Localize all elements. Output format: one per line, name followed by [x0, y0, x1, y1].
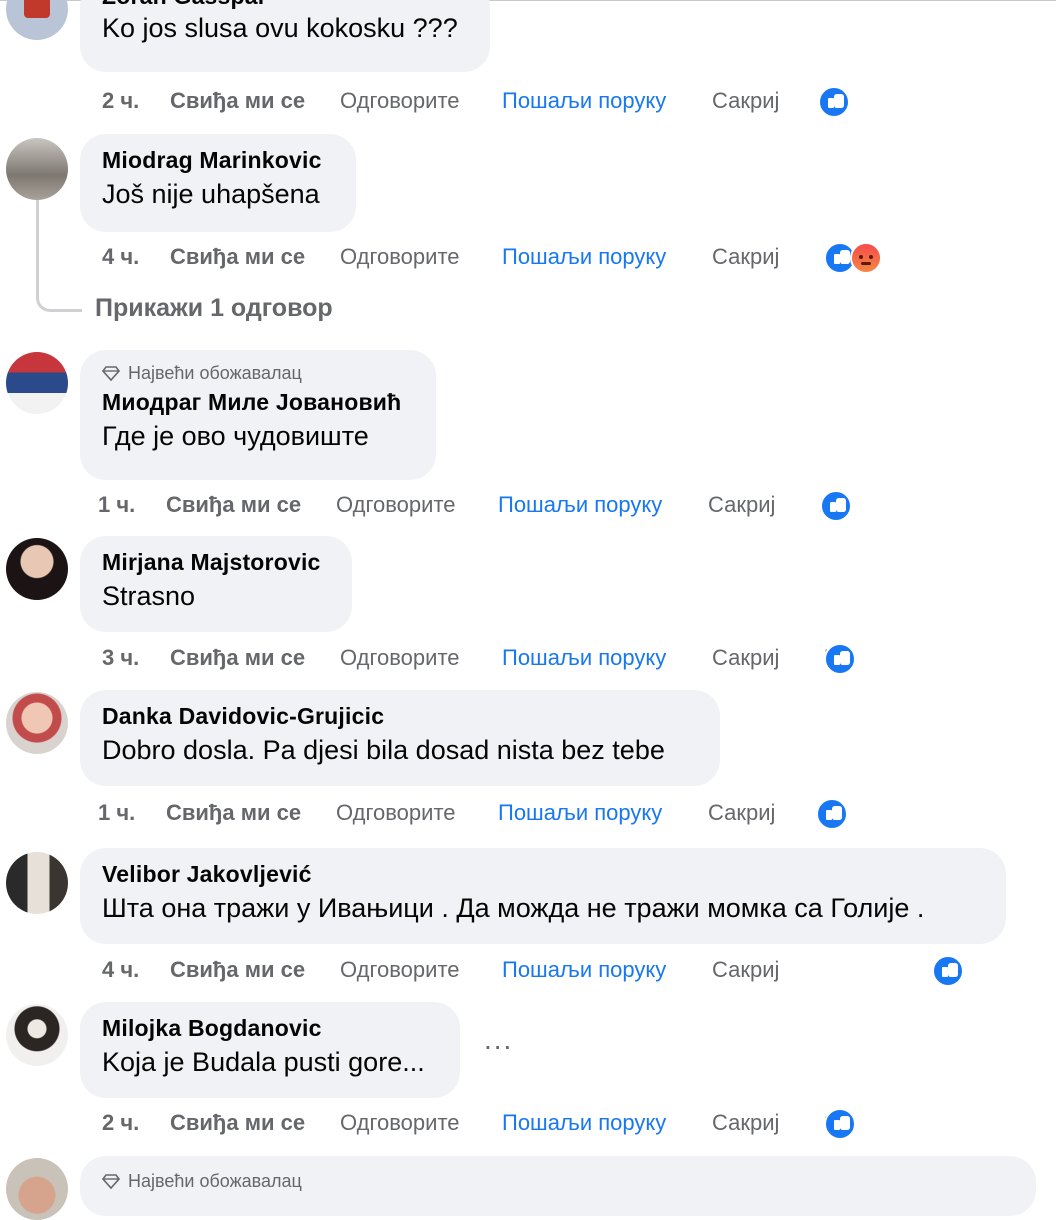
comment-author[interactable]: Velibor Jakovljević: [102, 858, 984, 890]
comment-time[interactable]: 4 ч.: [102, 244, 139, 270]
comment-text: Još nije uhapšena: [102, 179, 320, 209]
avatar[interactable]: [6, 1004, 68, 1066]
comment-time[interactable]: 4 ч.: [102, 957, 139, 983]
like-button[interactable]: Свиђа ми се: [166, 492, 301, 518]
like-icon: [824, 643, 856, 675]
reactions[interactable]: 2: [820, 488, 852, 524]
hide-button[interactable]: Сакриј: [712, 244, 779, 270]
reply-button[interactable]: Одговорите: [340, 244, 460, 270]
hide-button[interactable]: Сакриј: [712, 645, 779, 671]
comment-author[interactable]: Miodrag Marinkovic: [102, 144, 334, 176]
badge-label: Највећи обожавалац: [128, 362, 302, 383]
comment-time[interactable]: 2 ч.: [102, 88, 139, 114]
diamond-icon: [101, 364, 121, 382]
comment-author[interactable]: Zoran Gasspar: [102, 0, 468, 10]
like-button[interactable]: Свиђа ми се: [170, 957, 305, 983]
comment-actions: 2 ч. Свиђа ми се Одговорите Пошаљи порук…: [102, 84, 862, 120]
comment-actions: 3 ч. Свиђа ми се Одговорите Пошаљи порук…: [102, 641, 922, 677]
reply-button[interactable]: Одговорите: [340, 1110, 460, 1136]
comment-author[interactable]: Milojka Bogdanovic: [102, 1012, 438, 1044]
comment-author[interactable]: Danka Davidovic-Grujicic: [102, 700, 698, 732]
comment-bubble: Milojka Bogdanovic Koja je Budala pusti …: [80, 1002, 460, 1098]
reply-button[interactable]: Одговорите: [336, 492, 456, 518]
avatar[interactable]: [6, 1158, 68, 1220]
comment-bubble: Mirjana Majstorovic Strasno: [80, 536, 352, 632]
avatar[interactable]: [6, 538, 68, 600]
reply-button[interactable]: Одговорите: [340, 957, 460, 983]
comment-text: Dobro dosla. Pa djesi bila dosad nista b…: [102, 735, 665, 765]
like-icon: [818, 86, 850, 118]
send-message-button[interactable]: Пошаљи поруку: [498, 492, 662, 518]
send-message-button[interactable]: Пошаљи поруку: [502, 957, 666, 983]
comment-actions: 4 ч. Свиђа ми се Одговорите Пошаљи порук…: [102, 240, 922, 276]
hide-button[interactable]: Сакриј: [708, 800, 775, 826]
comment-actions: 1 ч. Свиђа ми се Одговорите Пошаљи порук…: [98, 796, 918, 832]
avatar[interactable]: [6, 852, 68, 914]
comment-bubble: Највећи обожавалац: [80, 1156, 1036, 1216]
like-icon: [816, 798, 848, 830]
avatar[interactable]: [6, 352, 68, 414]
avatar[interactable]: [6, 138, 68, 200]
badge-label: Највећи обожавалац: [128, 1170, 302, 1191]
comment-time[interactable]: 3 ч.: [102, 645, 139, 671]
comment-actions: 1 ч. Свиђа ми се Одговорите Пошаљи порук…: [98, 488, 918, 524]
hide-button[interactable]: Сакриј: [712, 957, 779, 983]
comment-time[interactable]: 2 ч.: [102, 1110, 139, 1136]
hide-button[interactable]: Сакриј: [712, 1110, 779, 1136]
thread-line: [36, 200, 82, 312]
comment-bubble: Velibor Jakovljević Шта она тражи у Ивањ…: [80, 848, 1006, 944]
reactions[interactable]: 13: [932, 953, 964, 989]
reactions[interactable]: [816, 796, 848, 832]
comment-text: Strasno: [102, 581, 196, 611]
reactions[interactable]: [818, 84, 850, 120]
like-icon: [824, 1108, 856, 1140]
comment-actions: 4 ч. Свиђа ми се Одговорите Пошаљи порук…: [102, 953, 1002, 989]
reply-button[interactable]: Одговорите: [340, 645, 460, 671]
like-button[interactable]: Свиђа ми се: [166, 800, 301, 826]
comments-feed: Zoran Gasspar Ko jos slusa ovu kokosku ?…: [0, 0, 1056, 1220]
send-message-button[interactable]: Пошаљи поруку: [502, 1110, 666, 1136]
reactions[interactable]: 5: [824, 641, 856, 677]
top-fan-badge[interactable]: Највећи обожавалац: [101, 1168, 1014, 1194]
like-button[interactable]: Свиђа ми се: [170, 645, 305, 671]
reactions[interactable]: 4: [824, 240, 882, 276]
send-message-button[interactable]: Пошаљи поруку: [502, 645, 666, 671]
comment-author[interactable]: Миодраг Миле Јовановић: [102, 386, 414, 418]
top-fan-badge[interactable]: Највећи обожавалац: [101, 360, 414, 386]
show-replies-link[interactable]: Прикажи 1 одговор: [95, 294, 333, 323]
hide-button[interactable]: Сакриј: [708, 492, 775, 518]
like-button[interactable]: Свиђа ми се: [170, 244, 305, 270]
hide-button[interactable]: Сакриј: [712, 88, 779, 114]
send-message-button[interactable]: Пошаљи поруку: [502, 244, 666, 270]
comment-actions: 2 ч. Свиђа ми се Одговорите Пошаљи порук…: [102, 1106, 922, 1142]
like-button[interactable]: Свиђа ми се: [170, 1110, 305, 1136]
send-message-button[interactable]: Пошаљи поруку: [502, 88, 666, 114]
reactions[interactable]: 3: [824, 1106, 856, 1142]
comment-bubble: Miodrag Marinkovic Još nije uhapšena: [80, 134, 356, 232]
reply-button[interactable]: Одговорите: [336, 800, 456, 826]
comment-text: Ko jos slusa ovu kokosku ???: [102, 13, 458, 43]
avatar[interactable]: [6, 692, 68, 754]
more-options-icon[interactable]: ...: [484, 1024, 513, 1056]
diamond-icon: [101, 1172, 121, 1190]
reply-button[interactable]: Одговорите: [340, 88, 460, 114]
comment-text: Где је ово чудовиште: [102, 421, 369, 451]
like-button[interactable]: Свиђа ми се: [170, 88, 305, 114]
comment-text: Шта она тражи у Ивањици . Да можда не тр…: [102, 893, 925, 923]
send-message-button[interactable]: Пошаљи поруку: [498, 800, 662, 826]
comment-bubble: Zoran Gasspar Ko jos slusa ovu kokosku ?…: [80, 0, 490, 72]
avatar[interactable]: [6, 0, 68, 40]
comment-bubble: Највећи обожавалац Миодраг Миле Јованови…: [80, 350, 436, 480]
angry-icon: [850, 242, 882, 274]
comment-time[interactable]: 1 ч.: [98, 800, 135, 826]
comment-bubble: Danka Davidovic-Grujicic Dobro dosla. Pa…: [80, 690, 720, 786]
comment-author[interactable]: Mirjana Majstorovic: [102, 546, 330, 578]
comment-time[interactable]: 1 ч.: [98, 492, 135, 518]
like-icon: [820, 490, 852, 522]
like-icon: [932, 955, 964, 987]
comment-text: Koja je Budala pusti gore...: [102, 1047, 425, 1077]
